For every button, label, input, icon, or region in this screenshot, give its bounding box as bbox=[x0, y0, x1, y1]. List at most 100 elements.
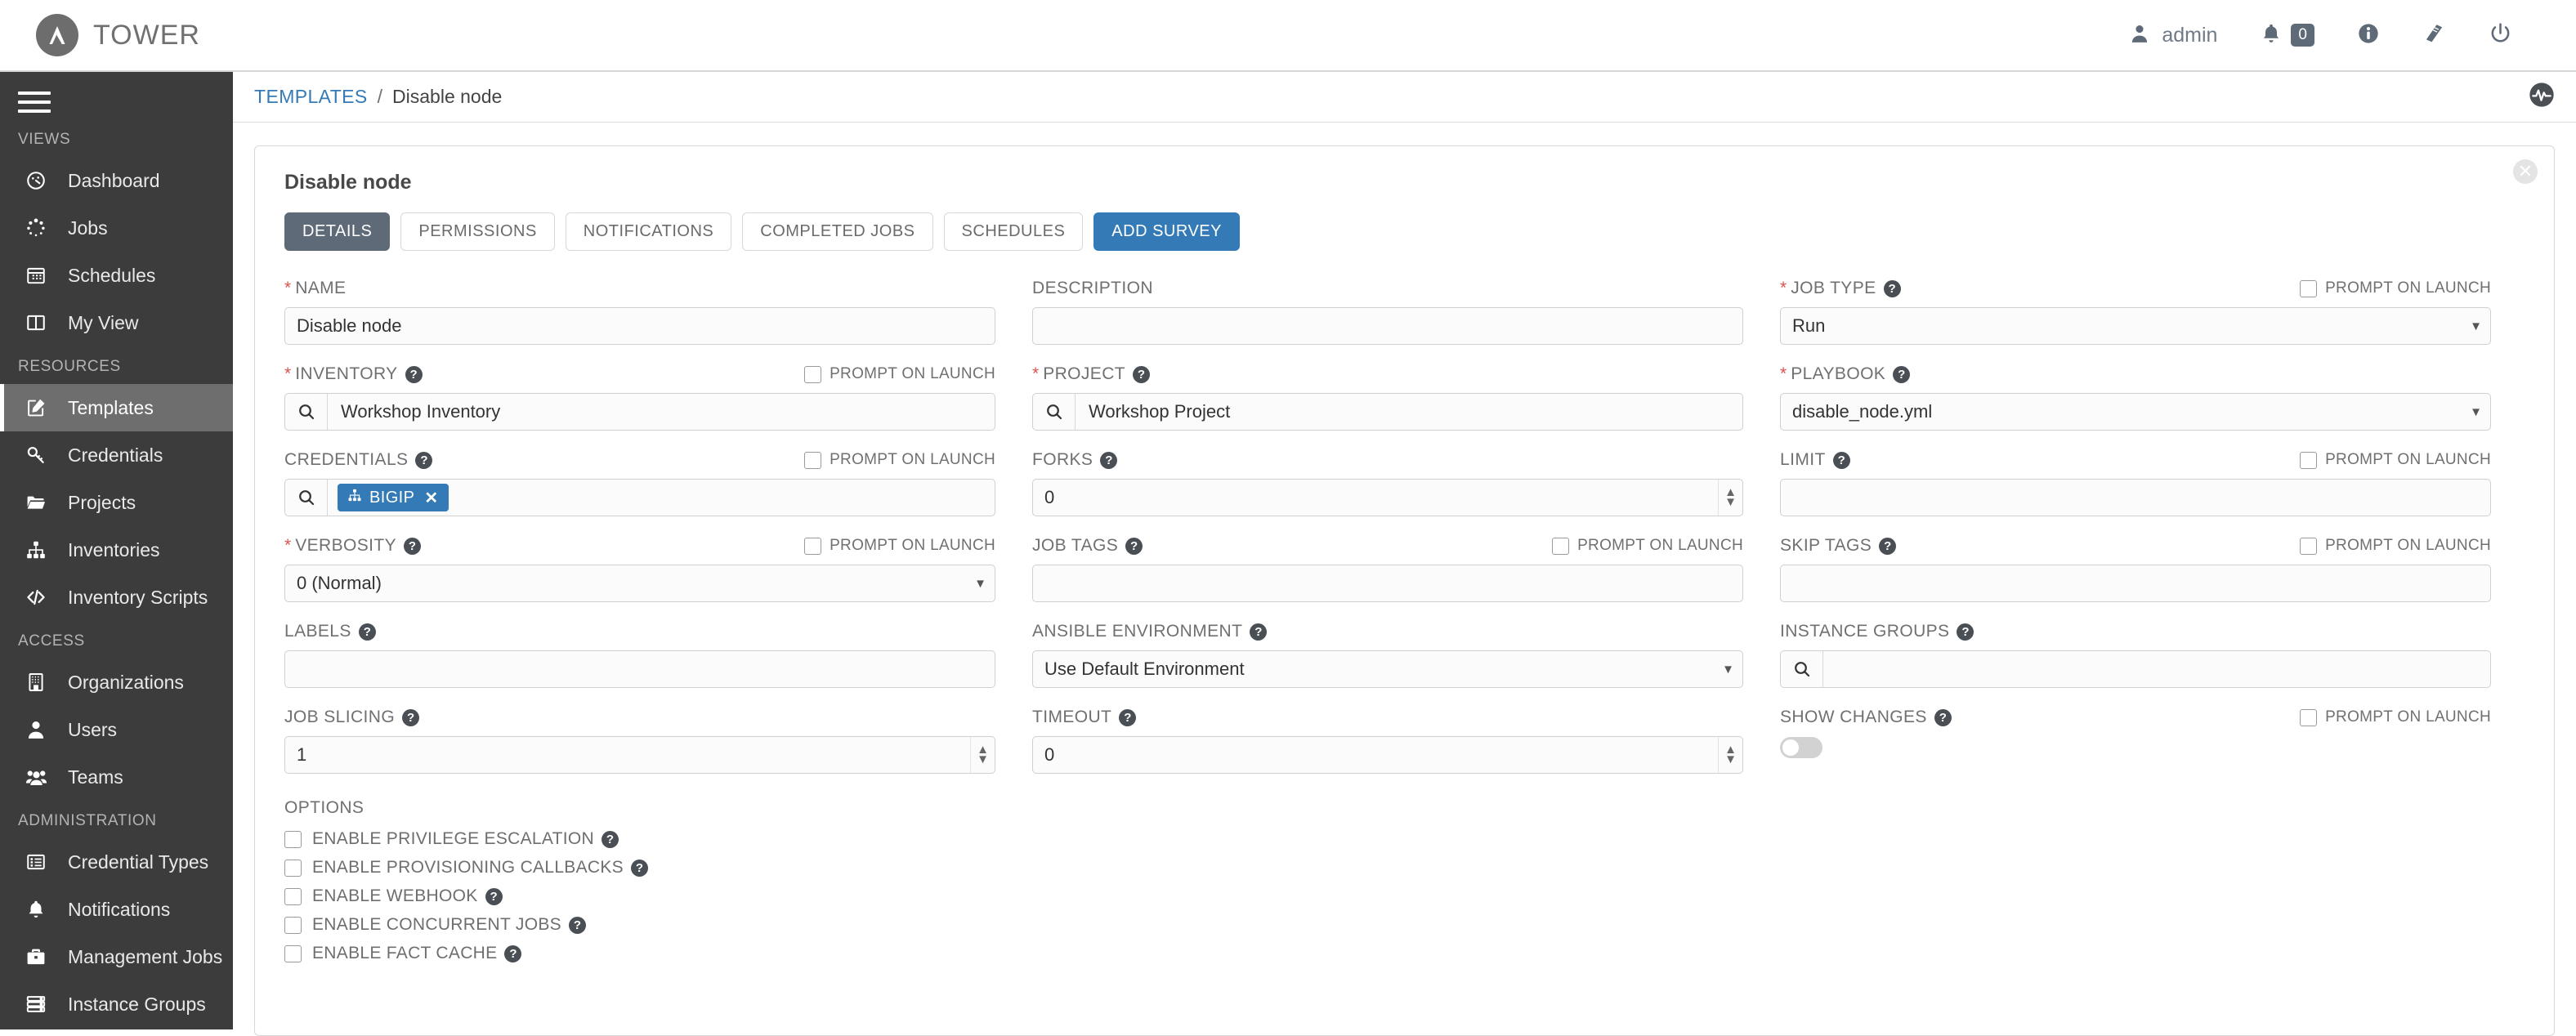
option-enable-fact-cache[interactable]: ENABLE FACT CACHE? bbox=[284, 944, 2528, 963]
sidebar-item-users[interactable]: Users bbox=[0, 706, 233, 753]
prompt-on-launch-skip-tags[interactable]: PROMPT ON LAUNCH bbox=[2300, 537, 2491, 555]
help-icon[interactable]: ? bbox=[1957, 623, 1974, 641]
remove-credential-icon[interactable]: ✕ bbox=[424, 488, 438, 508]
sidebar-item-dashboard[interactable]: Dashboard bbox=[0, 157, 233, 204]
sidebar-item-notifications[interactable]: Notifications bbox=[0, 886, 233, 933]
sidebar-item-templates[interactable]: Templates bbox=[0, 384, 233, 431]
checkbox[interactable] bbox=[284, 916, 302, 934]
sidebar-item-credentials[interactable]: Credentials bbox=[0, 431, 233, 479]
help-icon[interactable]: ? bbox=[1832, 451, 1850, 469]
job-slicing-number-input[interactable]: 1 ▲ ▼ bbox=[284, 736, 995, 774]
help-icon[interactable]: ? bbox=[403, 537, 421, 555]
verbosity-select[interactable]: 0 (Normal) ▼ bbox=[284, 565, 995, 602]
help-icon[interactable]: ? bbox=[504, 944, 522, 962]
search-icon[interactable] bbox=[285, 394, 328, 430]
info-button[interactable] bbox=[2336, 0, 2401, 71]
name-input[interactable]: Disable node bbox=[284, 307, 995, 345]
forks-stepper[interactable]: ▲ ▼ bbox=[1718, 480, 1742, 516]
checkbox[interactable] bbox=[804, 365, 822, 383]
option-enable-provisioning-callbacks[interactable]: ENABLE PROVISIONING CALLBACKS? bbox=[284, 858, 2528, 877]
chevron-down-icon[interactable]: ▼ bbox=[1724, 496, 1737, 508]
checkbox[interactable] bbox=[2300, 537, 2318, 555]
project-lookup-input[interactable]: Workshop Project bbox=[1032, 393, 1743, 431]
help-icon[interactable]: ? bbox=[358, 623, 376, 641]
activity-stream-icon[interactable] bbox=[2529, 82, 2555, 112]
sidebar-item-organizations[interactable]: Organizations bbox=[0, 659, 233, 706]
option-enable-webhook[interactable]: ENABLE WEBHOOK? bbox=[284, 886, 2528, 906]
search-icon[interactable] bbox=[1033, 394, 1076, 430]
option-enable-concurrent-jobs[interactable]: ENABLE CONCURRENT JOBS? bbox=[284, 915, 2528, 935]
sidebar-item-credential-types[interactable]: Credential Types bbox=[0, 838, 233, 886]
sidebar-item-inventory-scripts[interactable]: Inventory Scripts bbox=[0, 574, 233, 621]
prompt-on-launch-limit[interactable]: PROMPT ON LAUNCH bbox=[2300, 451, 2491, 469]
help-icon[interactable]: ? bbox=[1250, 623, 1268, 641]
help-icon[interactable]: ? bbox=[1100, 451, 1118, 469]
help-icon[interactable]: ? bbox=[485, 887, 503, 905]
checkbox[interactable] bbox=[2300, 451, 2318, 469]
labels-input[interactable] bbox=[284, 650, 995, 688]
tab-completed-jobs[interactable]: COMPLETED JOBS bbox=[742, 212, 933, 251]
help-icon[interactable]: ? bbox=[1879, 537, 1897, 555]
tab-add-survey[interactable]: ADD SURVEY bbox=[1093, 212, 1240, 251]
option-enable-privilege-escalation[interactable]: ENABLE PRIVILEGE ESCALATION? bbox=[284, 829, 2528, 849]
help-icon[interactable]: ? bbox=[1934, 708, 1952, 726]
notifications-button[interactable]: 0 bbox=[2238, 0, 2336, 71]
show-changes-toggle[interactable] bbox=[1780, 737, 1822, 758]
sidebar-item-my-view[interactable]: My View bbox=[0, 299, 233, 346]
current-user-menu[interactable]: admin bbox=[2108, 0, 2238, 71]
checkbox[interactable] bbox=[2300, 279, 2318, 297]
skip-tags-input[interactable] bbox=[1780, 565, 2491, 602]
brand-logo-link[interactable]: TOWER bbox=[36, 14, 200, 56]
checkbox[interactable] bbox=[284, 887, 302, 905]
playbook-select[interactable]: disable_node.yml ▼ bbox=[1780, 393, 2491, 431]
prompt-on-launch-verbosity[interactable]: PROMPT ON LAUNCH bbox=[804, 537, 995, 555]
prompt-on-launch-inventory[interactable]: PROMPT ON LAUNCH bbox=[804, 365, 995, 383]
timeout-number-input[interactable]: 0 ▲ ▼ bbox=[1032, 736, 1743, 774]
checkbox[interactable] bbox=[804, 537, 822, 555]
help-icon[interactable]: ? bbox=[405, 365, 423, 383]
help-icon[interactable]: ? bbox=[568, 916, 586, 934]
sidebar-item-schedules[interactable]: Schedules bbox=[0, 252, 233, 299]
close-icon[interactable]: ✕ bbox=[2513, 159, 2538, 184]
job-type-select[interactable]: Run ▼ bbox=[1780, 307, 2491, 345]
prompt-on-launch-show-changes[interactable]: PROMPT ON LAUNCH bbox=[2300, 708, 2491, 726]
checkbox[interactable] bbox=[1552, 537, 1570, 555]
ansible-environment-select[interactable]: Use Default Environment ▼ bbox=[1032, 650, 1743, 688]
help-icon[interactable]: ? bbox=[1125, 537, 1143, 555]
limit-input[interactable] bbox=[1780, 479, 2491, 516]
instance-groups-lookup-input[interactable] bbox=[1780, 650, 2491, 688]
help-icon[interactable]: ? bbox=[415, 451, 433, 469]
documentation-button[interactable] bbox=[2401, 0, 2467, 71]
sidebar-item-jobs[interactable]: Jobs bbox=[0, 204, 233, 252]
prompt-on-launch-job-type[interactable]: PROMPT ON LAUNCH bbox=[2300, 279, 2491, 297]
inventory-lookup-input[interactable]: Workshop Inventory bbox=[284, 393, 995, 431]
chevron-down-icon[interactable]: ▼ bbox=[1724, 753, 1737, 766]
checkbox[interactable] bbox=[284, 859, 302, 877]
checkbox[interactable] bbox=[284, 830, 302, 848]
prompt-on-launch-job-tags[interactable]: PROMPT ON LAUNCH bbox=[1552, 537, 1743, 555]
help-icon[interactable]: ? bbox=[1133, 365, 1150, 383]
help-icon[interactable]: ? bbox=[602, 830, 619, 848]
prompt-on-launch-credentials[interactable]: PROMPT ON LAUNCH bbox=[804, 451, 995, 469]
sidebar-item-instance-groups[interactable]: Instance Groups bbox=[0, 980, 233, 1028]
sidebar-item-inventories[interactable]: Inventories bbox=[0, 526, 233, 574]
forks-number-input[interactable]: 0 ▲ ▼ bbox=[1032, 479, 1743, 516]
sidebar-toggle-button[interactable] bbox=[18, 92, 51, 113]
tab-schedules[interactable]: SCHEDULES bbox=[943, 212, 1084, 251]
tab-notifications[interactable]: NOTIFICATIONS bbox=[565, 212, 732, 251]
search-icon[interactable] bbox=[1781, 651, 1823, 687]
credentials-lookup-input[interactable]: BIGIP ✕ bbox=[284, 479, 995, 516]
tab-details[interactable]: DETAILS bbox=[284, 212, 391, 251]
job-slicing-stepper[interactable]: ▲ ▼ bbox=[970, 737, 995, 773]
help-icon[interactable]: ? bbox=[402, 708, 420, 726]
sidebar-item-projects[interactable]: Projects bbox=[0, 479, 233, 526]
sidebar-item-teams[interactable]: Teams bbox=[0, 753, 233, 801]
description-input[interactable] bbox=[1032, 307, 1743, 345]
breadcrumb-templates-link[interactable]: TEMPLATES bbox=[254, 86, 368, 108]
job-tags-input[interactable] bbox=[1032, 565, 1743, 602]
help-icon[interactable]: ? bbox=[1883, 279, 1901, 297]
chevron-down-icon[interactable]: ▼ bbox=[977, 753, 989, 766]
sidebar-item-management-jobs[interactable]: Management Jobs bbox=[0, 933, 233, 980]
help-icon[interactable]: ? bbox=[1119, 708, 1137, 726]
search-icon[interactable] bbox=[285, 480, 328, 516]
